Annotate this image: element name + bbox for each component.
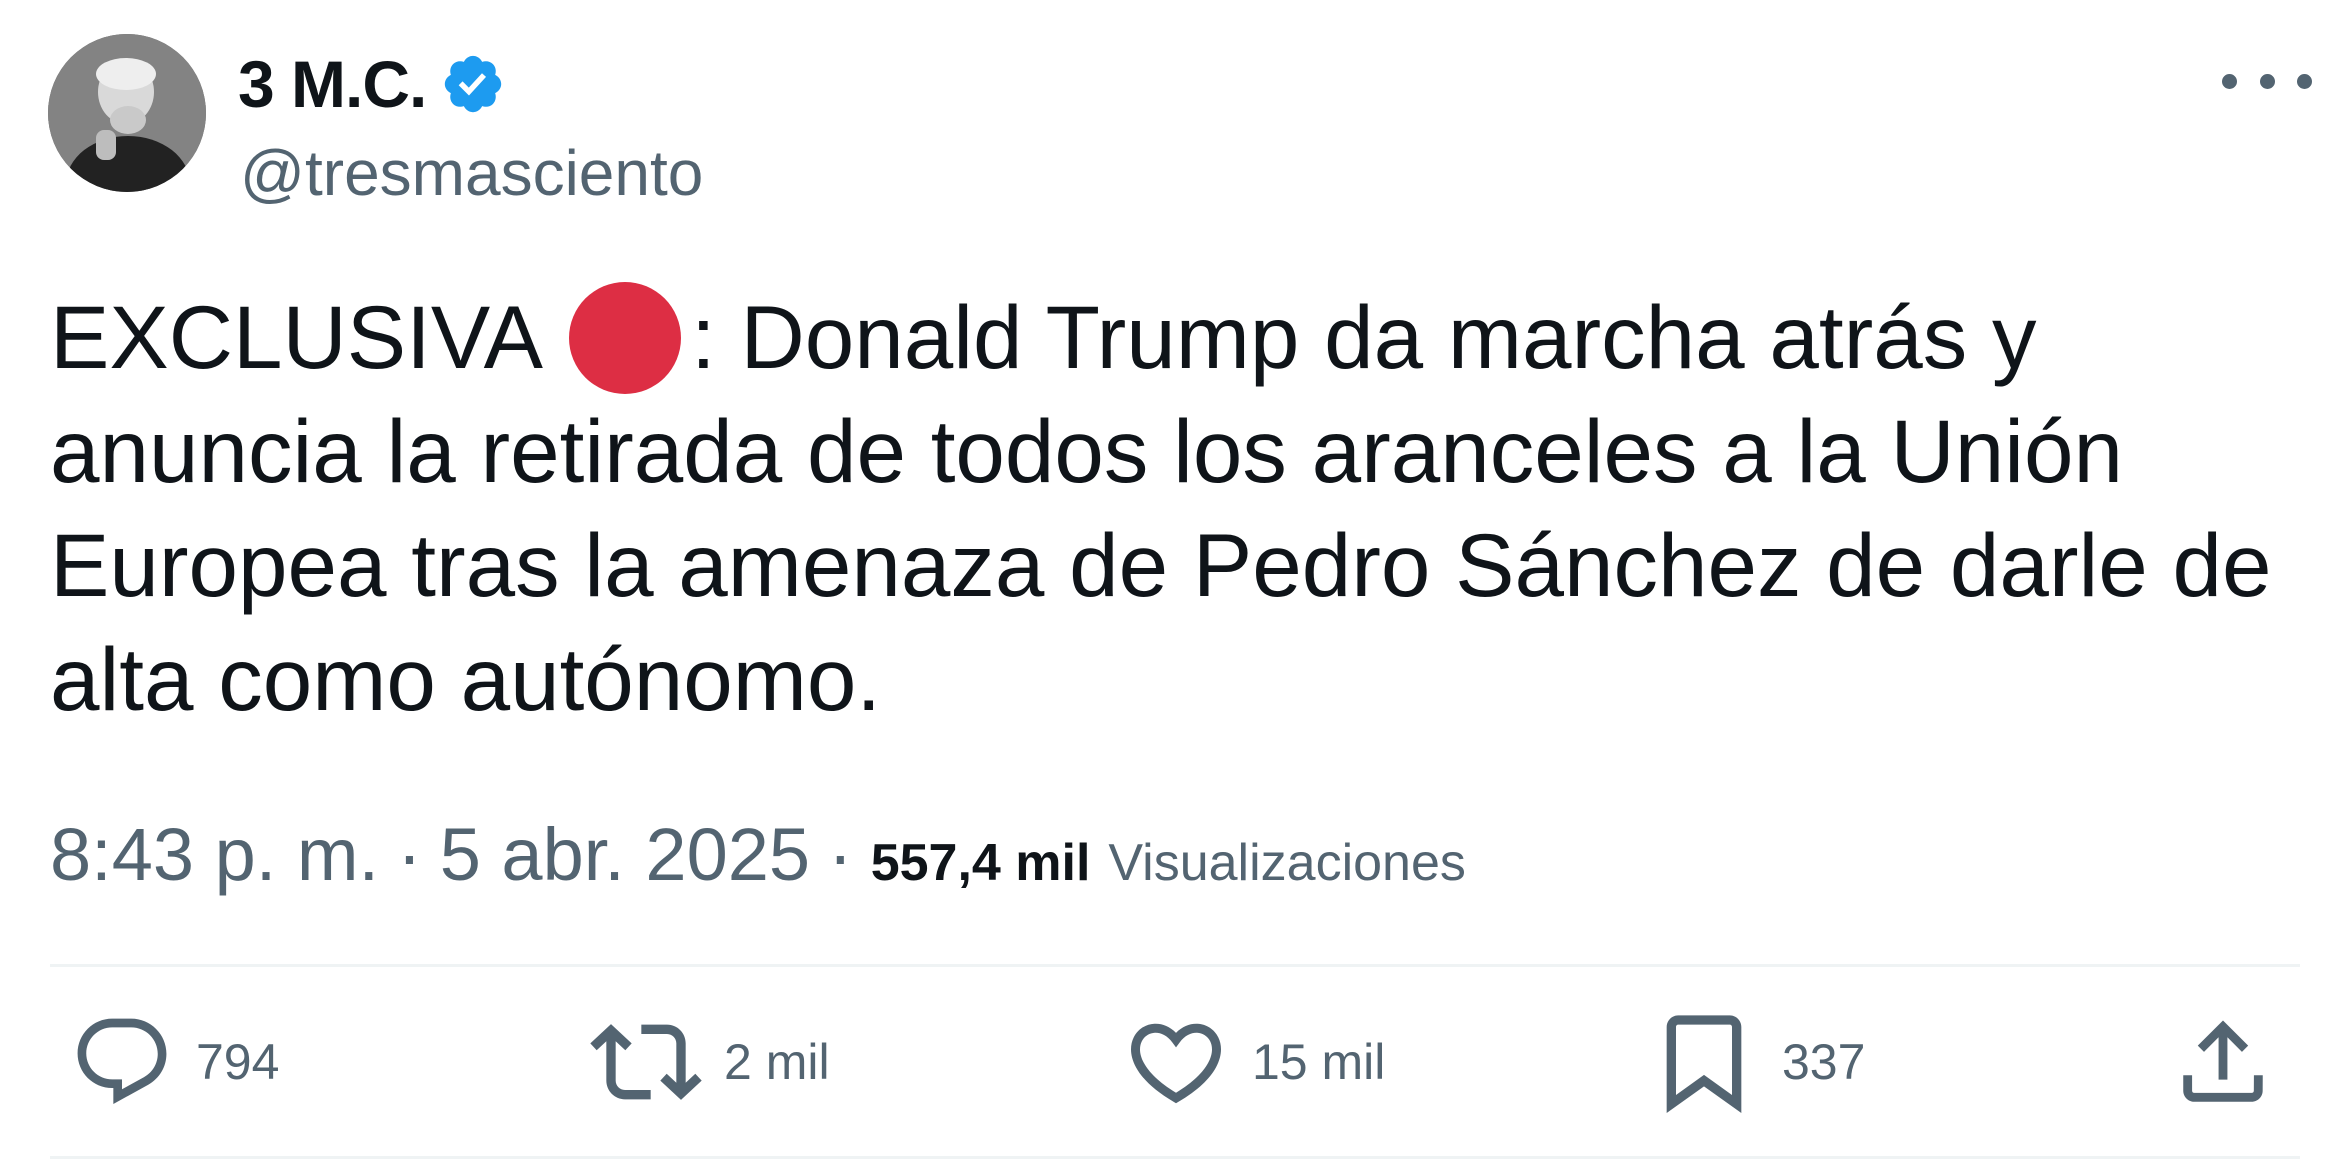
avatar[interactable] <box>48 34 206 192</box>
separator: · <box>828 813 853 896</box>
like-button[interactable]: 15 mil <box>1122 1012 1385 1112</box>
views-label: Visualizaciones <box>1108 834 1466 892</box>
retweet-button[interactable]: 2 mil <box>590 1012 830 1112</box>
share-icon <box>2183 1020 2263 1102</box>
dot <box>2297 73 2312 89</box>
tweet-date[interactable]: 5 abr. 2025 <box>440 812 810 897</box>
heart-icon <box>1130 1023 1222 1104</box>
dot <box>2222 73 2237 89</box>
reply-count: 794 <box>196 1034 280 1090</box>
tweet-text: EXCLUSIVA: Donald Trump da marcha atrás … <box>50 280 2310 736</box>
bookmark-count: 337 <box>1782 1034 1866 1090</box>
reply-icon <box>77 1018 167 1105</box>
separator: · <box>397 813 422 896</box>
retweet-icon <box>590 1024 702 1100</box>
reply-button[interactable]: 794 <box>70 1012 279 1112</box>
more-options-icon[interactable] <box>2222 56 2312 106</box>
dot <box>2259 73 2275 89</box>
bookmark-button[interactable]: 337 <box>1648 1012 1866 1114</box>
divider <box>50 964 2300 967</box>
divider <box>50 1156 2300 1159</box>
author-display-name[interactable]: 3 M.C. <box>238 46 506 122</box>
share-button[interactable] <box>2170 1012 2276 1112</box>
tweet-time[interactable]: 8:43 p. m. <box>50 812 379 897</box>
display-name-text: 3 M.C. <box>238 47 427 121</box>
bookmark-icon <box>1666 1015 1742 1114</box>
author-handle[interactable]: @tresmasciento <box>240 136 703 210</box>
red-circle-emoji <box>568 282 681 394</box>
tweet-text-part1: EXCLUSIVA <box>50 287 543 387</box>
retweet-count: 2 mil <box>724 1034 830 1090</box>
tweet-meta: 8:43 p. m. · 5 abr. 2025 · 557,4 mil Vis… <box>50 812 1466 897</box>
views-count[interactable]: 557,4 mil <box>871 833 1091 893</box>
like-count: 15 mil <box>1252 1034 1386 1090</box>
verified-badge-icon <box>445 55 502 113</box>
